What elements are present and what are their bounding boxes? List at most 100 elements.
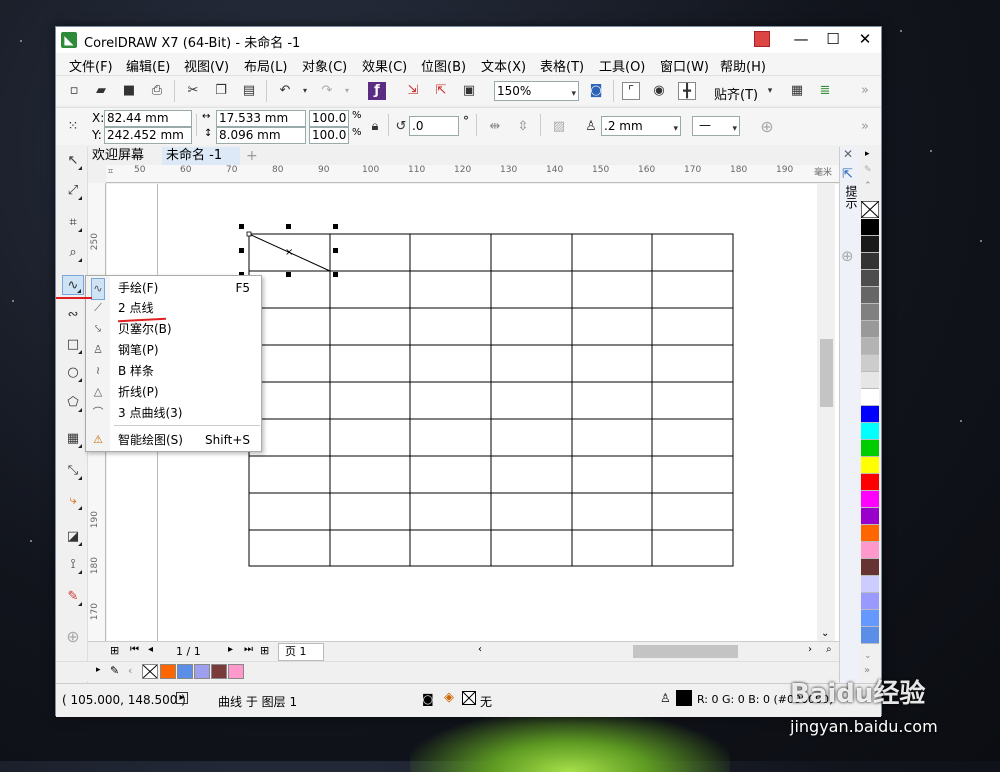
full-screen-preview-icon[interactable]: ◙ (587, 82, 605, 100)
transparency-tool-icon[interactable]: ⟟ (62, 555, 84, 575)
doc-color-swatch[interactable] (211, 664, 227, 679)
close-docker-icon[interactable]: ✕ (843, 147, 853, 161)
menu-edit[interactable]: 编辑(E) (126, 56, 170, 75)
last-page-icon[interactable]: ⏭ (244, 644, 253, 655)
palette-color-swatch[interactable] (861, 542, 879, 559)
outline-color-swatch[interactable] (676, 690, 692, 706)
undo-dropdown-icon[interactable]: ▾ (296, 82, 314, 100)
polygon-tool-icon[interactable]: ⬠ (62, 393, 84, 413)
horizontal-ruler[interactable]: ⌗ 50 60 70 80 90 100 110 120 130 140 150… (106, 165, 839, 183)
options-icon[interactable]: ▦ (788, 82, 806, 100)
new-document-icon[interactable]: ▫ (65, 82, 83, 100)
show-grid-icon[interactable]: ◉ (650, 82, 668, 100)
palette-color-swatch[interactable] (861, 508, 879, 525)
import-icon[interactable]: ⇲ (404, 82, 422, 100)
outline-pen-icon[interactable]: ♙ (660, 691, 671, 705)
palette-color-swatch[interactable] (861, 474, 879, 491)
mirror-vertical-icon[interactable]: ⇳ (514, 118, 532, 136)
flyout-item-polyline[interactable]: △ 折线(P) (86, 382, 262, 402)
no-color-swatch[interactable] (142, 664, 158, 679)
freehand-tool-icon[interactable]: ∿ (62, 275, 84, 295)
palette-color-swatch[interactable] (861, 304, 879, 321)
undo-icon[interactable]: ↶ (276, 82, 294, 100)
dimension-tool-icon[interactable]: ⤡ (62, 461, 84, 481)
line-style-select[interactable]: — ▾ (692, 116, 740, 136)
palette-color-swatch[interactable] (861, 372, 879, 389)
rotation-angle-field[interactable]: .0 (409, 116, 459, 136)
minimize-button[interactable]: — (786, 29, 816, 51)
flyout-item-freehand[interactable]: ∿ 手绘(F) F5 (86, 278, 262, 300)
doc-color-swatch[interactable] (177, 664, 193, 679)
hints-icon[interactable]: ⇱ (842, 167, 853, 182)
eyedropper-tool-icon[interactable]: ✎ (62, 587, 84, 607)
search-content-icon[interactable]: ƒ (368, 82, 386, 100)
palette-scroll-down-icon[interactable]: ⌄ (864, 651, 872, 661)
palette-color-swatch[interactable] (861, 610, 879, 627)
add-page-before-icon[interactable]: ⊞ (110, 644, 119, 657)
palette-scroll-up-icon[interactable]: ⌃ (864, 181, 872, 191)
close-button[interactable]: ✕ (850, 29, 880, 51)
add-page-after-icon[interactable]: ⊞ (260, 644, 269, 657)
snap-dropdown-icon[interactable]: ▾ (761, 82, 779, 100)
palette-color-swatch[interactable] (861, 423, 879, 440)
menu-tools[interactable]: 工具(O) (599, 56, 645, 75)
redo-icon[interactable]: ↷ (318, 82, 336, 100)
menu-table[interactable]: 表格(T) (540, 56, 584, 75)
palette-color-swatch[interactable] (861, 236, 879, 253)
object-origin-icon[interactable]: ⁙ (64, 118, 82, 136)
palette-color-swatch[interactable] (861, 559, 879, 576)
palette-menu-icon[interactable]: ▸ (96, 665, 101, 675)
palette-color-swatch[interactable] (861, 287, 879, 304)
menu-help[interactable]: 帮助(H) (720, 56, 766, 75)
shape-tool-icon[interactable]: ⤢ (62, 181, 84, 201)
palette-color-swatch[interactable] (861, 576, 879, 593)
tab-untitled-1[interactable]: 未命名 -1 (162, 147, 240, 165)
new-tab-icon[interactable]: + (242, 147, 260, 165)
doc-color-swatch[interactable] (160, 664, 176, 679)
show-guidelines-icon[interactable]: ╋ (678, 82, 696, 100)
scroll-palette-left-icon[interactable]: ‹ (128, 664, 132, 677)
menu-layout[interactable]: 布局(L) (244, 56, 287, 75)
vertical-scroll-thumb[interactable] (820, 339, 833, 407)
snap-to-menu[interactable]: 贴齐(T) (714, 84, 758, 103)
flyout-item-bezier[interactable]: ⤥ 贝塞尔(B) (86, 319, 262, 339)
fill-bucket-icon[interactable]: ◈ (444, 690, 454, 705)
pick-tool-icon[interactable]: ↖ (62, 151, 84, 171)
table-tool-icon[interactable]: ▦ (62, 429, 84, 449)
menu-window[interactable]: 窗口(W) (660, 56, 709, 75)
copy-icon[interactable]: ❐ (212, 82, 230, 100)
add-tool-icon[interactable]: ⊕ (62, 627, 84, 647)
publish-pdf-icon[interactable]: ▣ (460, 82, 478, 100)
width-field[interactable]: 17.533 mm (216, 110, 306, 127)
app-launcher-icon[interactable]: ≣ (816, 82, 834, 100)
palette-color-swatch[interactable] (861, 270, 879, 287)
rectangle-tool-icon[interactable]: □ (62, 335, 84, 355)
palette-color-swatch[interactable] (861, 219, 879, 236)
lock-ratio-icon[interactable]: 🔒︎ (366, 118, 384, 136)
zoom-tool-icon[interactable]: ⌕ (62, 243, 84, 263)
drop-shadow-tool-icon[interactable]: ◪ (62, 527, 84, 547)
flyout-item-smart-drawing[interactable]: ⚠ 智能绘图(S) Shift+S (86, 430, 262, 450)
palette-color-swatch[interactable] (861, 440, 879, 457)
artistic-media-icon[interactable]: ∾ (62, 305, 84, 325)
x-position-field[interactable]: 82.44 mm (104, 110, 192, 127)
palette-color-swatch[interactable] (861, 406, 879, 423)
flyout-item-3-point-curve[interactable]: ⌒ 3 点曲线(3) (86, 403, 262, 423)
menu-bitmaps[interactable]: 位图(B) (421, 56, 466, 75)
tab-welcome-screen[interactable]: 欢迎屏幕 (88, 147, 162, 165)
property-bar-overflow-icon[interactable]: » (856, 118, 874, 136)
doc-color-swatch[interactable] (194, 664, 210, 679)
palette-eyedropper-icon[interactable]: ✎ (864, 165, 872, 175)
add-docker-icon[interactable]: ⊕ (841, 247, 854, 265)
ruler-corner-icon[interactable]: ⌗ (108, 167, 113, 177)
height-field[interactable]: 8.096 mm (216, 127, 306, 144)
crop-tool-icon[interactable]: ⌗ (62, 213, 84, 233)
next-page-icon[interactable]: ▸ (228, 644, 233, 655)
add-property-icon[interactable]: ⊕ (758, 118, 776, 136)
maximize-button[interactable]: ☐ (818, 29, 848, 51)
palette-color-swatch[interactable] (861, 355, 879, 372)
no-fill-icon[interactable] (462, 691, 476, 705)
menu-file[interactable]: 文件(F) (69, 56, 113, 75)
user-avatar-icon[interactable] (754, 31, 770, 47)
export-icon[interactable]: ⇱ (432, 82, 450, 100)
